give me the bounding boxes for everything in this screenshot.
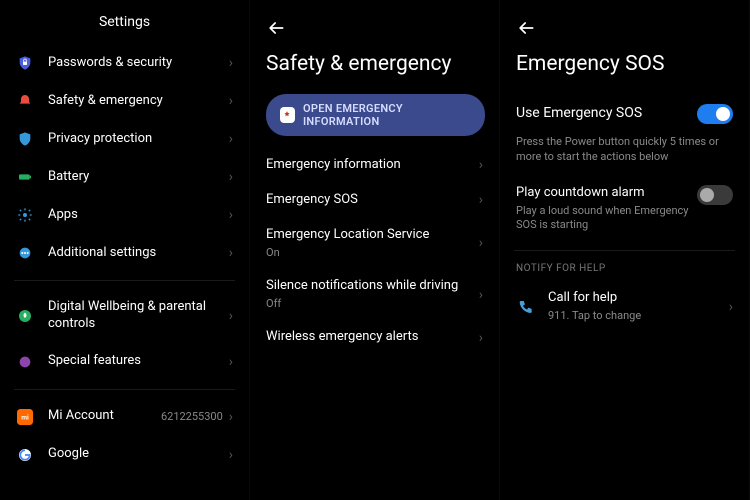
use-sos-row: Use Emergency SOS [514,94,735,134]
chevron-right-icon: › [479,287,483,303]
chevron-right-icon: › [229,245,233,261]
page-title: Emergency SOS [516,52,735,76]
chevron-right-icon: › [729,299,733,315]
mi-logo-icon: mi [16,408,34,426]
pill-label: OPEN EMERGENCY INFORMATION [303,102,471,128]
safety-item-silence-driving[interactable]: Silence notifications while driving Off … [264,269,485,320]
safety-item-wireless-alerts[interactable]: Wireless emergency alerts › [264,320,485,355]
chevron-right-icon: › [229,308,233,324]
divider [14,389,235,390]
chevron-right-icon: › [229,131,233,147]
countdown-toggle[interactable] [697,185,733,205]
gear-icon [16,206,34,224]
back-button[interactable] [266,18,286,38]
chevron-right-icon: › [229,409,233,425]
chevron-right-icon: › [479,192,483,208]
back-button[interactable] [516,18,536,38]
settings-item-wellbeing[interactable]: Digital Wellbeing & parental controls › [14,289,235,343]
safety-item-emergency-sos[interactable]: Emergency SOS › [264,183,485,218]
safety-item-location-service[interactable]: Emergency Location Service On › [264,218,485,269]
chevron-right-icon: › [479,157,483,173]
chevron-right-icon: › [229,55,233,71]
settings-item-google[interactable]: Google › [14,436,235,474]
chevron-right-icon: › [229,93,233,109]
open-emergency-info-button[interactable]: OPEN EMERGENCY INFORMATION [266,94,485,136]
alarm-icon [16,92,34,110]
section-header: NOTIFY FOR HELP [516,263,733,274]
wand-icon [16,353,34,371]
shield-lock-icon [16,54,34,72]
use-sos-toggle[interactable] [697,104,733,124]
chevron-right-icon: › [229,447,233,463]
account-id: 6212255300 [161,410,223,423]
emergency-card-icon [280,107,295,123]
safety-item-emergency-info[interactable]: Emergency information › [264,148,485,183]
page-title: Settings [14,14,235,30]
page-title: Safety & emergency [266,52,485,76]
settings-panel: Settings Passwords & security › Safety &… [0,0,250,500]
wellbeing-icon [16,307,34,325]
sos-panel: Emergency SOS Use Emergency SOS Press th… [500,0,750,500]
countdown-row: Play countdown alarm Play a loud sound w… [514,175,735,242]
chevron-right-icon: › [229,169,233,185]
google-icon [16,446,34,464]
chevron-right-icon: › [479,235,483,251]
chevron-right-icon: › [479,330,483,346]
use-sos-description: Press the Power button quickly 5 times o… [516,134,733,165]
chevron-right-icon: › [229,354,233,370]
settings-item-battery[interactable]: Battery › [14,158,235,196]
chevron-right-icon: › [229,207,233,223]
settings-item-privacy[interactable]: Privacy protection › [14,120,235,158]
svg-text:mi: mi [21,413,29,421]
shield-icon [16,130,34,148]
battery-icon [16,168,34,186]
divider [514,250,735,251]
phone-icon [516,298,534,316]
settings-item-additional[interactable]: Additional settings › [14,234,235,272]
settings-item-apps[interactable]: Apps › [14,196,235,234]
settings-item-mi-account[interactable]: mi Mi Account 6212255300 › [14,398,235,436]
safety-panel: Safety & emergency OPEN EMERGENCY INFORM… [250,0,500,500]
settings-item-safety[interactable]: Safety & emergency › [14,82,235,120]
divider [14,280,235,281]
dots-icon [16,244,34,262]
settings-item-passwords[interactable]: Passwords & security › [14,44,235,82]
settings-item-special[interactable]: Special features › [14,343,235,381]
call-for-help-row[interactable]: Call for help 911. Tap to change › [514,280,735,333]
